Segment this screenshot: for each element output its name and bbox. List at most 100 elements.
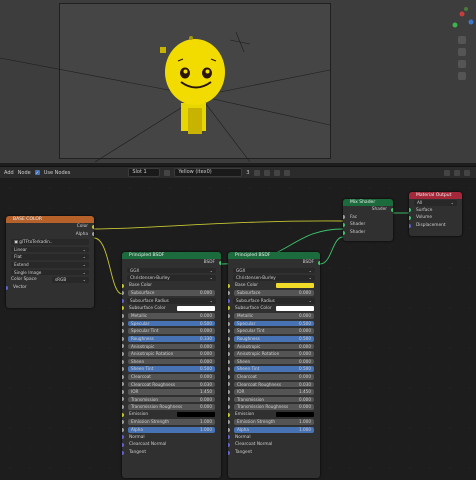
color-swatch[interactable] [276, 411, 314, 418]
input-socket[interactable] [122, 359, 124, 364]
input-socket[interactable] [122, 427, 124, 432]
pan-hand-icon[interactable] [458, 48, 466, 56]
surface-input-socket[interactable] [409, 208, 411, 213]
value-slider[interactable]: Alpha 1.000 [128, 427, 215, 433]
value-slider[interactable]: Specular Tint 0.000 [128, 328, 215, 334]
color-space-dropdown[interactable]: sRGB ⌄ [52, 277, 89, 283]
snap-icon[interactable] [454, 169, 460, 176]
input-socket[interactable] [228, 336, 230, 341]
menu-node[interactable]: Node [18, 170, 31, 176]
target-dropdown[interactable]: All ⌄ [414, 200, 457, 206]
value-slider[interactable]: Specular 0.500 [234, 320, 314, 327]
input-socket[interactable] [228, 291, 230, 296]
input-socket[interactable] [228, 329, 230, 334]
menu-add[interactable]: Add [4, 170, 14, 176]
value-slider[interactable]: Transmission 0.000 [128, 396, 215, 403]
color-swatch[interactable] [177, 305, 215, 312]
input-socket[interactable] [122, 450, 124, 455]
input-socket[interactable] [228, 367, 230, 372]
value-slider[interactable]: Metallic 0.000 [234, 313, 314, 319]
value-slider[interactable]: Subsurface 0.000 [234, 290, 314, 296]
input-socket[interactable] [122, 306, 124, 311]
vector-input-socket[interactable] [6, 285, 8, 290]
input-socket[interactable] [122, 291, 124, 296]
input-socket[interactable] [122, 443, 124, 448]
principled-bsdf-node-1[interactable]: Principled BSDF BSDF GGX ⌄ Christensen-Bu… [122, 252, 221, 478]
color-swatch[interactable] [276, 305, 314, 312]
value-slider[interactable]: Metallic 0.000 [128, 313, 215, 319]
input-socket[interactable] [122, 412, 124, 417]
input-socket[interactable] [228, 359, 230, 364]
color-swatch[interactable] [177, 411, 215, 418]
input-socket[interactable] [122, 313, 124, 318]
input-socket[interactable] [228, 405, 230, 410]
camera-view-icon[interactable] [458, 60, 466, 68]
input-socket[interactable] [122, 382, 124, 387]
zoom-icon[interactable] [458, 36, 466, 44]
input-socket[interactable] [228, 389, 230, 394]
input-socket[interactable] [122, 367, 124, 372]
input-socket[interactable] [122, 405, 124, 410]
distribution-dropdown[interactable]: GGX ⌄ [233, 267, 315, 274]
alpha-output-socket[interactable] [92, 232, 94, 237]
image-selector[interactable]: ▣ glTFtoTerkadin.. [11, 239, 89, 245]
material-name-field[interactable]: Yellow (itex0) [174, 168, 243, 177]
input-socket[interactable] [228, 351, 230, 356]
source-dropdown[interactable]: Single Image ⌄ [11, 269, 89, 276]
slot-dropdown[interactable]: Slot 1 [128, 168, 161, 177]
value-slider[interactable]: IOR 1.450 [234, 389, 314, 395]
distribution-dropdown[interactable]: GGX ⌄ [127, 267, 216, 274]
value-slider[interactable]: Emission Strength 1.000 [128, 419, 215, 426]
value-slider[interactable]: Sheen 0.000 [234, 358, 314, 365]
input-socket[interactable] [228, 443, 230, 448]
subsurface-method-dropdown[interactable]: Christensen-Burley ⌄ [127, 275, 216, 281]
use-nodes-checkbox[interactable]: ✓ [34, 170, 40, 175]
input-dropdown[interactable]: Subsurface Radius ⌄ [127, 297, 216, 304]
input-socket[interactable] [228, 412, 230, 417]
principled-bsdf-node-2[interactable]: Principled BSDF BSDF GGX ⌄ Christensen-Bu… [228, 252, 320, 478]
node-title[interactable]: BASE COLOR [6, 216, 94, 223]
input-socket[interactable] [228, 420, 230, 425]
value-slider[interactable]: Sheen Tint 0.500 [234, 366, 314, 372]
input-socket[interactable] [122, 336, 124, 341]
base-color-input-socket[interactable] [228, 283, 230, 288]
value-slider[interactable]: IOR 1.450 [128, 389, 215, 395]
input-socket[interactable] [228, 321, 230, 326]
overlay-icon[interactable] [464, 169, 470, 176]
fake-user-icon[interactable] [253, 169, 260, 176]
unlink-icon[interactable] [273, 169, 280, 176]
input-socket[interactable] [228, 382, 230, 387]
input-socket[interactable] [122, 351, 124, 356]
input-socket[interactable] [122, 397, 124, 402]
input-socket[interactable] [122, 435, 124, 440]
parent-node-tree-icon[interactable] [444, 169, 450, 176]
volume-input-socket[interactable] [409, 215, 411, 220]
value-slider[interactable]: Alpha 1.000 [234, 427, 314, 433]
bsdf-output-socket[interactable] [219, 260, 221, 265]
value-slider[interactable]: Transmission Roughness 0.000 [234, 404, 314, 410]
node-title[interactable]: Principled BSDF [122, 252, 221, 259]
value-slider[interactable]: Anisotropic 0.000 [234, 343, 314, 350]
shader-output-socket[interactable] [391, 207, 393, 212]
node-title[interactable]: Material Output [409, 192, 462, 199]
value-slider[interactable]: Roughness 0.330 [128, 335, 215, 342]
base-color-swatch[interactable] [276, 282, 314, 289]
fac-input-socket[interactable] [343, 215, 345, 220]
input-socket[interactable] [228, 427, 230, 432]
value-slider[interactable]: Clearcoat 0.000 [234, 373, 314, 380]
mix-shader-node[interactable]: Mix Shader Shader Fac Shader Shader [343, 199, 393, 241]
node-title[interactable]: Principled BSDF [228, 252, 320, 259]
input-socket[interactable] [122, 374, 124, 379]
interpolation-dropdown[interactable]: Linear ⌄ [11, 246, 89, 253]
input-socket[interactable] [122, 344, 124, 349]
perspective-grid-icon[interactable] [458, 72, 466, 80]
input-socket[interactable] [228, 450, 230, 455]
input-socket[interactable] [228, 298, 230, 303]
material-users-count[interactable]: 3 [246, 170, 249, 176]
projection-dropdown[interactable]: Flat ⌄ [11, 254, 89, 260]
input-socket[interactable] [122, 298, 124, 303]
input-socket[interactable] [122, 420, 124, 425]
bsdf-output-socket[interactable] [318, 260, 320, 265]
node-title[interactable]: Mix Shader [343, 199, 393, 206]
value-slider[interactable]: Anisotropic 0.000 [128, 343, 215, 350]
